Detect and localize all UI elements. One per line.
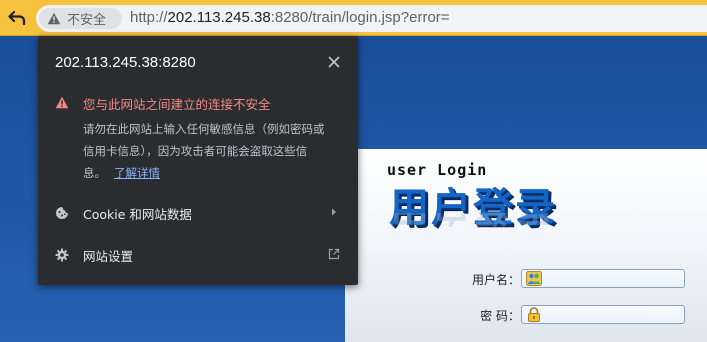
- login-title-reflection: 用户登录: [389, 213, 557, 229]
- warning-line: 请勿在此网站上输入任何敏感信息（例如密码或: [83, 122, 325, 136]
- gear-icon: [55, 248, 69, 262]
- username-input[interactable]: [544, 271, 680, 286]
- chevron-right-icon: [332, 208, 336, 216]
- site-settings-row[interactable]: 网站设置: [38, 236, 358, 274]
- back-button[interactable]: [4, 6, 30, 30]
- external-link-icon: [328, 248, 340, 260]
- cookie-row-label: Cookie 和网站数据: [83, 207, 192, 222]
- url-host: 202.113.245.38: [167, 9, 271, 26]
- username-label: 用户名：: [471, 273, 520, 287]
- warning-title: 您与此网站之间建立的连接不安全: [83, 97, 271, 112]
- url-text[interactable]: http://202.113.245.38:8280/train/login.j…: [130, 9, 450, 26]
- warning-line-last: 息。 了解详情: [83, 162, 348, 184]
- url-path: :8280/train/login.jsp?error=: [270, 9, 450, 26]
- warning-line: 信用卡信息），因为攻击者可能会盗取这些信: [83, 144, 308, 158]
- address-bar[interactable]: 不安全 http://202.113.245.38:8280/train/log…: [36, 5, 707, 32]
- username-field[interactable]: [521, 269, 685, 288]
- password-label: 密 码：: [480, 309, 520, 323]
- user-icon: [526, 271, 542, 286]
- warning-triangle-icon: [47, 12, 61, 25]
- password-row: 密 码：: [345, 305, 707, 327]
- password-field[interactable]: [521, 305, 685, 324]
- back-arrow-icon: [8, 10, 26, 26]
- url-scheme: http://: [130, 9, 168, 26]
- security-status-label: 不安全: [67, 13, 107, 28]
- cookie-icon: [56, 207, 68, 219]
- lock-icon: [528, 307, 540, 322]
- site-info-popup: 202.113.245.38:8280 您与此网站之间建立的连接不安全 请勿在此…: [38, 36, 358, 285]
- username-row: 用户名：: [345, 269, 707, 291]
- close-icon[interactable]: [326, 54, 342, 70]
- browser-toolbar: 不安全 http://202.113.245.38:8280/train/log…: [0, 0, 707, 36]
- login-panel: user Login 用户登录 用户登录 用户名： 密 码：: [345, 149, 707, 342]
- warning-description: 请勿在此网站上输入任何敏感信息（例如密码或 信用卡信息），因为攻击者可能会盗取这…: [83, 118, 348, 184]
- cookie-row[interactable]: Cookie 和网站数据: [38, 194, 358, 232]
- password-input[interactable]: [544, 307, 680, 322]
- warning-triangle-icon: [55, 96, 69, 109]
- site-settings-label: 网站设置: [83, 249, 134, 264]
- learn-more-link[interactable]: 了解详情: [114, 166, 160, 180]
- popup-host: 202.113.245.38:8280: [55, 54, 196, 71]
- warning-line-text: 息。: [83, 166, 106, 180]
- security-status-chip[interactable]: 不安全: [39, 8, 122, 29]
- login-subtitle: user Login: [387, 161, 488, 179]
